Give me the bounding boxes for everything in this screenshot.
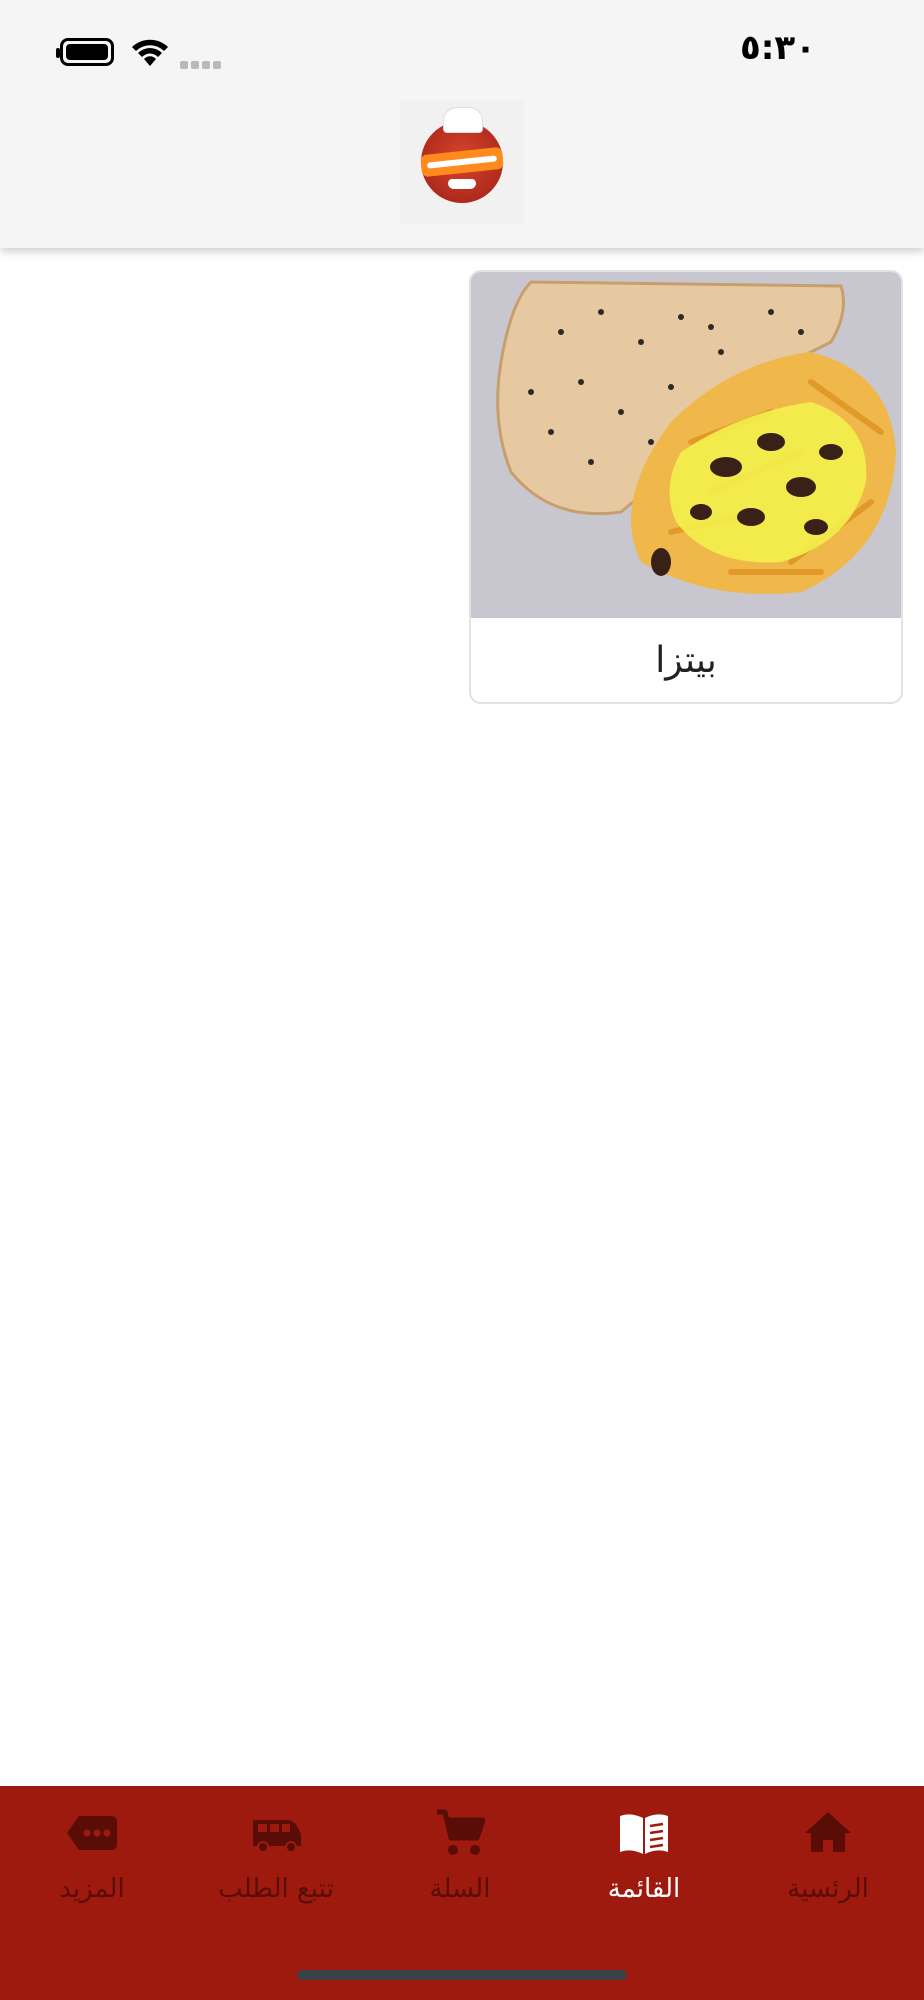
home-icon [805, 1812, 851, 1852]
more-tag-icon [67, 1816, 117, 1850]
cellular-signal-icon [180, 54, 224, 69]
chef-hat-icon [443, 107, 483, 133]
app-header: ٥:٣٠ [0, 0, 924, 248]
pizza-and-fries-photo [471, 272, 901, 618]
menu-book-icon [620, 1814, 668, 1854]
status-time: ٥:٣٠ [740, 28, 816, 68]
category-card-pizza[interactable]: بيتزا [469, 270, 903, 704]
logo-wordmark-band [420, 146, 504, 178]
restaurant-logo[interactable] [400, 100, 524, 224]
nav-item-more[interactable]: المزيد [0, 1786, 184, 1936]
wifi-icon [132, 39, 168, 66]
nav-item-menu[interactable]: القائمة [552, 1786, 736, 1936]
nav-label-home: الرئسية [787, 1874, 869, 1904]
home-indicator[interactable] [297, 1970, 627, 1980]
bottom-navigation: المزيد تتبع الطلب السلة القائمة الرئسية [0, 1786, 924, 2000]
nav-label-cart: السلة [429, 1874, 491, 1904]
battery-icon [60, 38, 114, 66]
nav-label-menu: القائمة [607, 1874, 681, 1904]
nav-item-track-order[interactable]: تتبع الطلب [184, 1786, 368, 1936]
kwarshy-logo-icon [420, 107, 504, 203]
cart-icon [437, 1809, 486, 1855]
mustache-icon [448, 179, 476, 189]
category-label: بيتزا [655, 639, 717, 681]
nav-item-home[interactable]: الرئسية [736, 1786, 920, 1936]
nav-label-more: المزيد [59, 1874, 125, 1904]
nav-item-cart[interactable]: السلة [368, 1786, 552, 1936]
battery-nub [56, 48, 60, 58]
nav-label-track-order: تتبع الطلب [218, 1874, 334, 1904]
delivery-van-icon [253, 1820, 301, 1853]
